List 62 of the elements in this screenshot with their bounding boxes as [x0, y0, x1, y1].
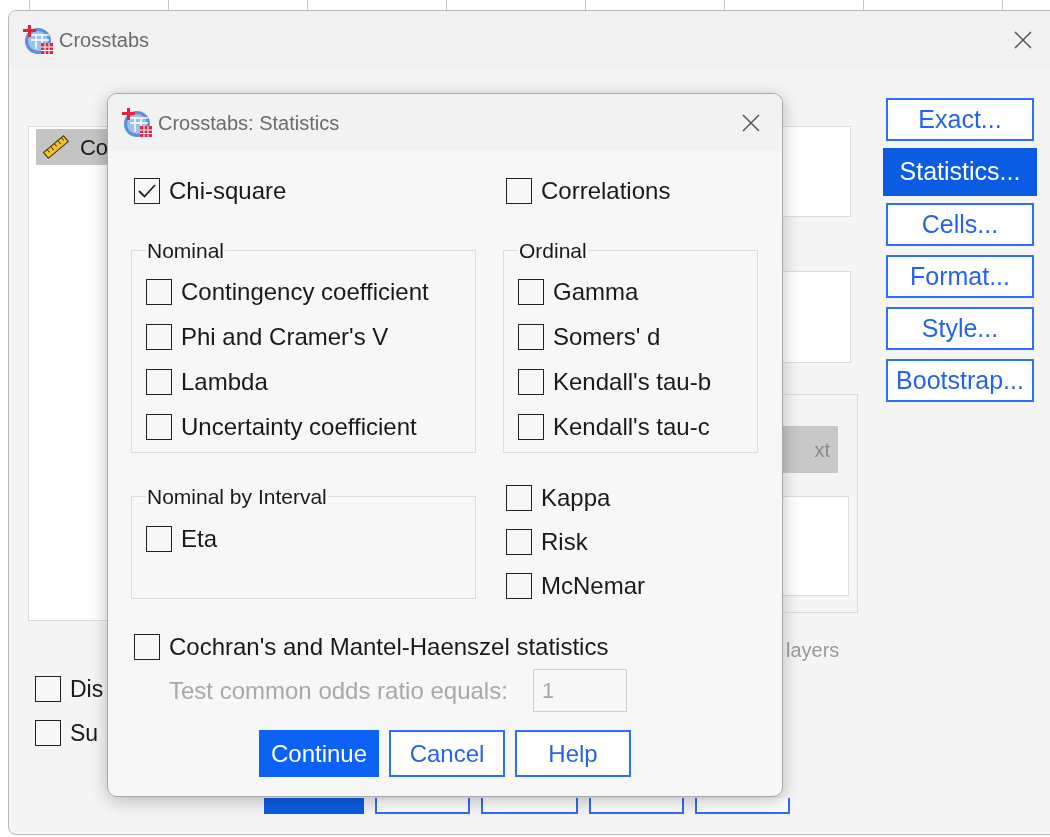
dialog-button[interactable] [695, 798, 790, 814]
window-title: Crosstabs [59, 28, 150, 53]
checkbox-label: Somers' d [553, 323, 661, 350]
group-label: Nominal by Interval [146, 484, 328, 510]
checkbox[interactable] [35, 720, 61, 746]
checkbox-label: Dis [70, 676, 104, 702]
checkbox[interactable] [506, 529, 532, 555]
variable-list[interactable]: Co [28, 126, 108, 621]
checkbox-label: Uncertainty coefficient [181, 413, 417, 440]
side-button[interactable]: Cells... [886, 203, 1034, 246]
checkbox-label: Kendall's tau-b [553, 368, 711, 395]
dialog-button[interactable] [481, 798, 578, 814]
group-label: Ordinal [518, 238, 588, 264]
group-label: Nominal [146, 238, 226, 264]
checkbox-label: Phi and Cramer's V [181, 323, 389, 350]
checkbox-label: Correlations [541, 178, 671, 204]
checkbox[interactable] [35, 676, 61, 702]
checkbox-label: Gamma [553, 278, 639, 305]
side-button[interactable]: Bootstrap... [886, 359, 1034, 402]
list-item[interactable]: Co [36, 129, 108, 165]
odds-ratio-label: Test common odds ratio equals: [169, 676, 509, 705]
checkbox-label: Kendall's tau-c [553, 413, 710, 440]
checkbox-label: Contingency coefficient [181, 278, 429, 305]
close-icon[interactable] [742, 113, 760, 132]
checkbox[interactable] [506, 485, 532, 511]
dialog-button[interactable]: Continue [259, 730, 379, 777]
checkbox-label: Eta [181, 525, 218, 552]
checkbox[interactable] [134, 178, 160, 204]
side-button[interactable]: Exact... [886, 98, 1034, 141]
checkbox[interactable] [506, 573, 532, 599]
checkbox-label: Kappa [541, 485, 611, 511]
checkbox-label: McNemar [541, 573, 645, 599]
checkbox[interactable] [146, 413, 172, 440]
checkbox[interactable] [134, 634, 160, 660]
side-button[interactable]: Statistics... [883, 148, 1037, 196]
checkbox[interactable] [518, 368, 544, 395]
checkbox-label: Cochran's and Mantel-Haenszel statistics [169, 634, 609, 660]
checkbox-label: Lambda [181, 368, 268, 395]
checkbox[interactable] [518, 323, 544, 350]
close-icon[interactable] [1014, 31, 1032, 49]
checkbox-label: Su [70, 720, 99, 746]
dialog-button[interactable]: Help [515, 730, 631, 777]
dialog-title: Crosstabs: Statistics [158, 110, 340, 136]
checkbox-label: Risk [541, 529, 588, 555]
checkbox[interactable] [146, 368, 172, 395]
layers-label: layers [786, 638, 841, 663]
dialog-button[interactable]: Cancel [389, 730, 505, 777]
dialog-button[interactable] [375, 798, 470, 814]
dialog-button[interactable] [589, 798, 684, 814]
side-button[interactable]: Format... [886, 255, 1034, 298]
item-label: Co [79, 133, 108, 162]
checkbox[interactable] [146, 278, 172, 305]
checkbox[interactable] [518, 278, 544, 305]
side-button[interactable]: Style... [886, 307, 1034, 350]
checkbox[interactable] [146, 323, 172, 350]
checkbox[interactable] [518, 413, 544, 440]
app-icon [23, 25, 54, 55]
check-icon [137, 183, 157, 199]
checkbox[interactable] [146, 525, 172, 552]
checkbox-label: Chi-square [169, 178, 287, 204]
checkbox[interactable] [506, 178, 532, 204]
app-icon [122, 107, 153, 138]
